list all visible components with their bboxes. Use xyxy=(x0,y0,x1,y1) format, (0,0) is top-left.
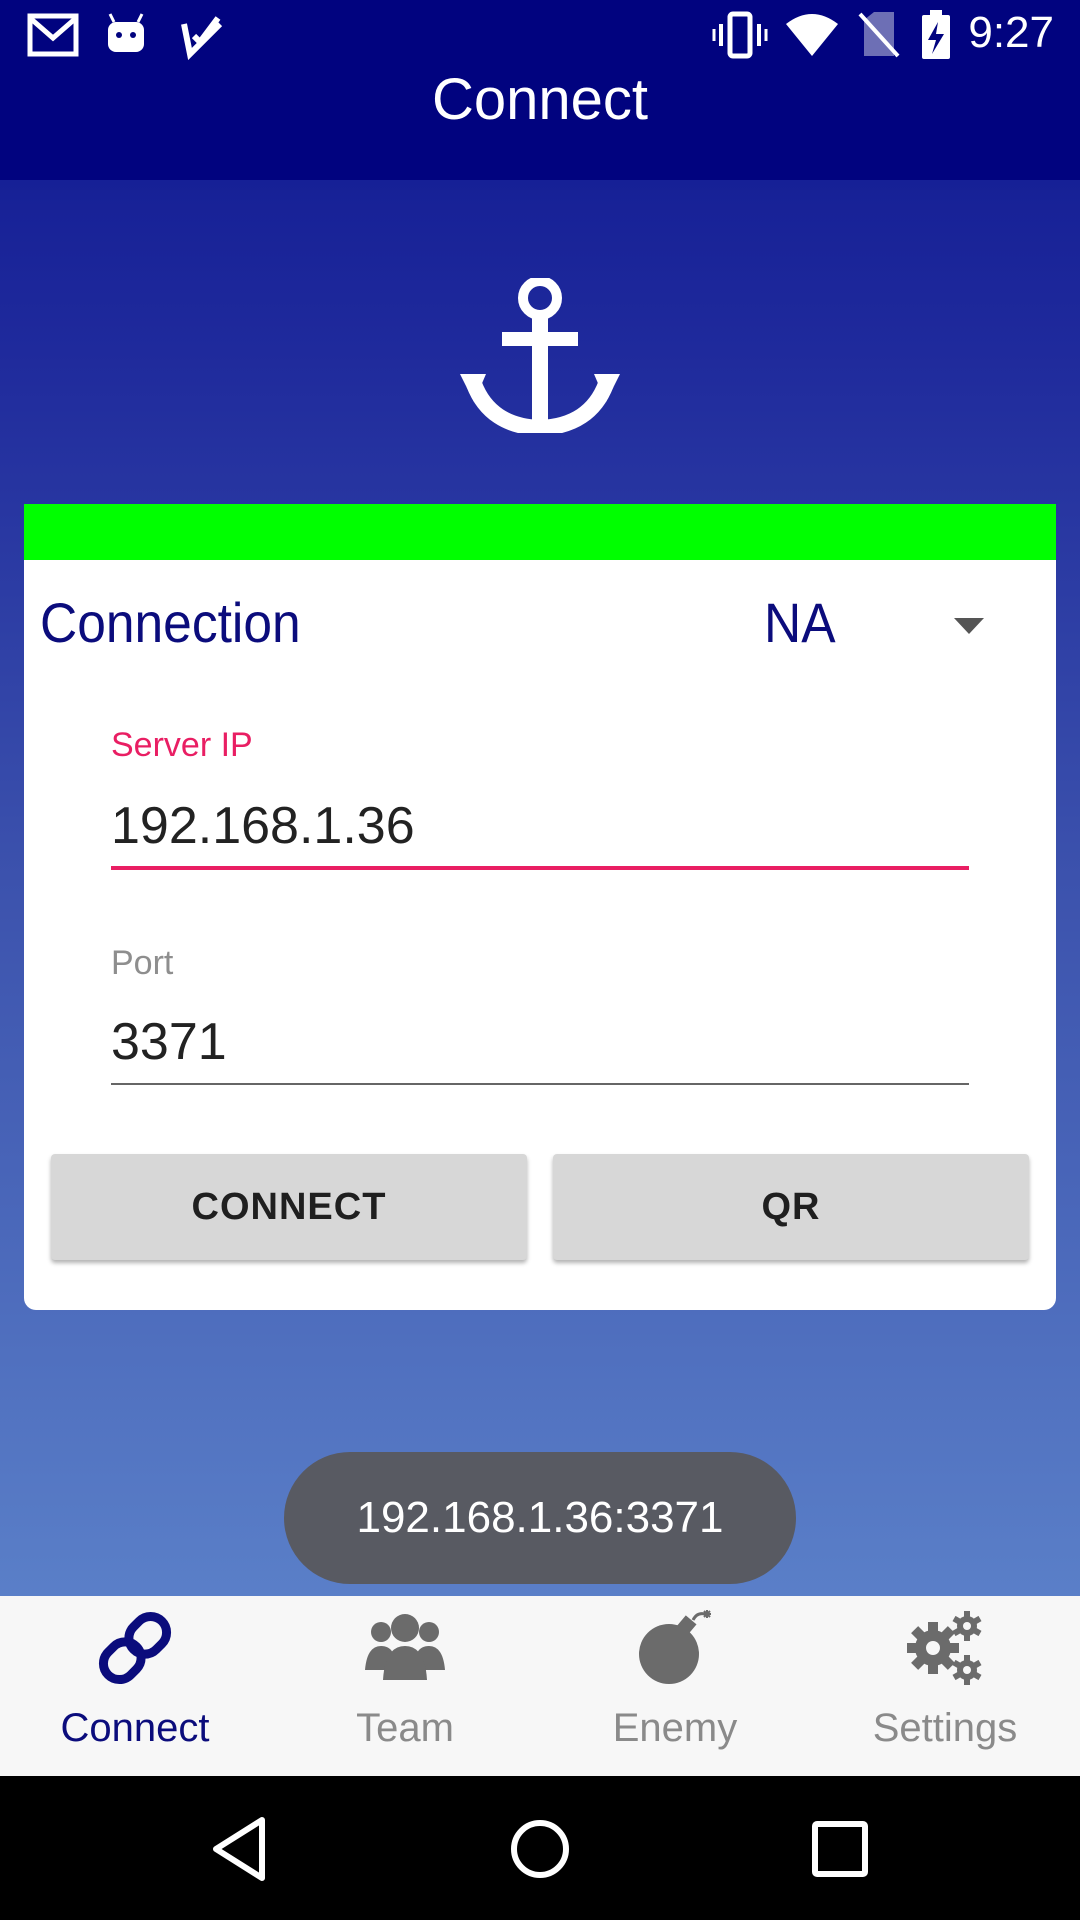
connection-card: Connection NA Server IP Port CONNECT QR xyxy=(24,504,1056,1310)
nav-item-settings[interactable]: Settings xyxy=(810,1596,1080,1776)
no-sim-icon xyxy=(858,12,900,58)
nav-item-team[interactable]: Team xyxy=(270,1596,540,1776)
team-icon xyxy=(365,1614,445,1680)
back-icon[interactable] xyxy=(206,1814,276,1884)
wifi-icon xyxy=(786,14,838,56)
toast-message: 192.168.1.36:3371 xyxy=(284,1452,796,1584)
anchor-icon xyxy=(460,278,620,433)
nav-label-settings: Settings xyxy=(872,1706,1018,1750)
server-ip-underline xyxy=(111,866,969,870)
connection-status-bar xyxy=(24,504,1056,560)
nav-label-connect: Connect xyxy=(60,1706,210,1750)
server-ip-label: Server IP xyxy=(111,726,253,764)
chevron-down-icon xyxy=(954,618,984,634)
nav-item-enemy[interactable]: Enemy xyxy=(540,1596,810,1776)
status-time: 9:27 xyxy=(968,8,1054,57)
app-bar: 9:27 Connect xyxy=(0,0,1080,180)
bottom-navigation: Connect Team Enemy Settings xyxy=(0,1596,1080,1776)
vibrate-icon xyxy=(712,11,768,59)
bomb-icon xyxy=(639,1610,711,1684)
android-icon xyxy=(108,13,144,52)
gmail-icon xyxy=(27,13,79,57)
port-label: Port xyxy=(111,944,174,982)
server-ip-input[interactable] xyxy=(111,796,969,856)
nav-item-connect[interactable]: Connect xyxy=(0,1596,270,1776)
connect-button[interactable]: CONNECT xyxy=(51,1154,527,1260)
home-icon[interactable] xyxy=(505,1814,575,1884)
link-icon xyxy=(98,1611,172,1685)
battery-charging-icon xyxy=(922,10,950,59)
system-navigation-bar xyxy=(0,1776,1080,1920)
nav-label-team: Team xyxy=(356,1706,454,1750)
recents-icon[interactable] xyxy=(805,1814,875,1884)
region-selected-value: NA xyxy=(764,591,836,654)
connection-label: Connection xyxy=(40,591,301,654)
page-title: Connect xyxy=(431,67,649,132)
port-input[interactable] xyxy=(111,1012,969,1072)
port-underline xyxy=(111,1083,969,1085)
gear-icon xyxy=(907,1611,982,1685)
qr-button[interactable]: QR xyxy=(553,1154,1029,1260)
task-check-icon xyxy=(181,16,223,60)
nav-label-enemy: Enemy xyxy=(612,1706,738,1750)
